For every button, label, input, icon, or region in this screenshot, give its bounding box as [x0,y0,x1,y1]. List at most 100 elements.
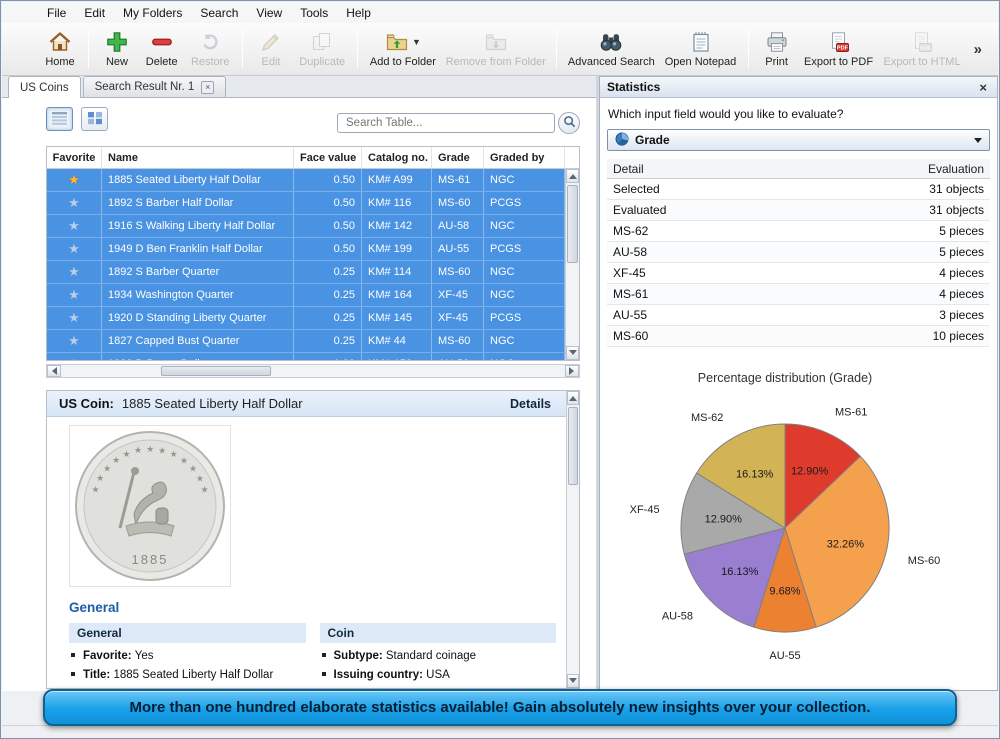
column-header-name[interactable]: Name [102,147,294,168]
table-row[interactable]: ★1934 Washington Quarter0.25KM# 164XF-45… [47,284,565,307]
detail-field-subtype: Subtype: Standard coinage [320,649,557,664]
menu-item-view[interactable]: View [247,3,291,23]
detail-scrollbar[interactable] [566,391,579,688]
toolbar-button-new[interactable]: New [95,26,139,72]
stats-row-au-55[interactable]: AU-553 pieces [607,305,990,326]
menu-item-edit[interactable]: Edit [75,3,114,23]
tab-us-coins[interactable]: US Coins [8,76,81,98]
column-header-catalog-no[interactable]: Catalog no. [362,147,432,168]
toolbar-button-edit[interactable]: Edit [249,26,293,72]
menu-item-help[interactable]: Help [337,3,380,23]
detail-group-coin: CoinSubtype: Standard coinageIssuing cou… [320,623,557,688]
svg-text:★: ★ [134,445,142,455]
toolbar-button-label: Advanced Search [568,56,655,68]
toolbar-button-print[interactable]: Print [755,26,799,72]
scroll-down-button[interactable] [567,674,579,688]
toolbar-button-export-to-html[interactable]: HTMLExport to HTML [878,26,965,72]
toolbar-overflow-button[interactable]: » [966,41,990,58]
stats-row-ms-62[interactable]: MS-625 pieces [607,221,990,242]
column-header-graded-by[interactable]: Graded by [484,147,565,168]
field-value: USA [426,669,450,681]
column-header-favorite[interactable]: Favorite [47,147,102,168]
statistics-table-header: DetailEvaluation [607,159,990,179]
scroll-down-button[interactable] [566,346,579,360]
scroll-left-button[interactable] [47,365,61,377]
cell-face-value: 0.25 [294,284,362,306]
toolbar-button-delete[interactable]: Delete [139,26,184,72]
table-row[interactable]: ★1920 D Standing Liberty Quarter0.25KM# … [47,307,565,330]
stats-row-selected[interactable]: Selected31 objects [607,179,990,200]
table-vertical-scrollbar[interactable] [565,169,579,360]
table-row[interactable]: ★1892 S Barber Quarter0.25KM# 114MS-60NG… [47,261,565,284]
toolbar-button-export-to-pdf[interactable]: PDFExport to PDF [799,26,879,72]
stats-row-au-58[interactable]: AU-585 pieces [607,242,990,263]
table-row[interactable]: ★1892 S Barber Half Dollar0.50KM# 116MS-… [47,192,565,215]
table-row[interactable]: ★1916 S Walking Liberty Half Dollar0.50K… [47,215,565,238]
collection-panel: FavoriteNameFace valueCatalog no.GradeGr… [2,98,596,691]
stats-evaluation-value: 3 pieces [939,308,984,322]
scroll-thumb[interactable] [567,185,578,263]
scroll-thumb[interactable] [568,407,578,485]
cell-grade: MS-61 [432,169,484,191]
field-dropdown[interactable]: Grade [607,129,990,151]
table-row[interactable]: ★1885 Seated Liberty Half Dollar0.50KM# … [47,169,565,192]
column-header-face-value[interactable]: Face value [294,147,362,168]
chart-title: Percentage distribution (Grade) [698,371,872,385]
scroll-up-button[interactable] [567,391,579,405]
stats-detail-label: Selected [613,182,660,196]
toolbar-button-advanced-search[interactable]: Advanced Search [563,26,659,72]
toolbar-button-add-to-folder[interactable]: ▼Add to Folder [364,26,441,72]
toolbar-button-restore[interactable]: Restore [184,26,236,72]
pie-slice-label: MS-62 [691,412,723,424]
table-row[interactable]: ★1949 D Ben Franklin Half Dollar0.50KM# … [47,238,565,261]
pie-percent-label: 12.90% [705,514,743,526]
toolbar-button-duplicate[interactable]: Duplicate [293,26,351,72]
toolbar-button-home[interactable]: Home [38,26,82,72]
search-input[interactable] [337,113,555,133]
detail-field-composition: Composition: Silver [320,687,557,688]
cell-catalog-no: KM# 164 [362,284,432,306]
close-icon[interactable]: × [976,80,990,95]
toolbar-button-label: Remove from Folder [446,56,546,68]
scroll-thumb[interactable] [161,366,271,376]
table-row[interactable]: ★1827 Capped Bust Quarter0.25KM# 44MS-60… [47,330,565,353]
toolbar-button-label: Restore [191,56,230,68]
scroll-track [61,365,565,377]
tab-search-result-nr-1[interactable]: Search Result Nr. 1× [83,76,227,97]
stats-evaluation-value: 5 pieces [939,224,984,238]
table-horizontal-scrollbar[interactable] [46,364,580,378]
column-header-grade[interactable]: Grade [432,147,484,168]
stats-evaluation-value: 4 pieces [939,266,984,280]
cell-graded-by: PCGS [484,192,565,214]
svg-text:★: ★ [196,474,204,484]
menu-item-my-folders[interactable]: My Folders [114,3,191,23]
list-view-button[interactable] [46,107,73,131]
scroll-right-button[interactable] [565,365,579,377]
menu-item-tools[interactable]: Tools [291,3,337,23]
favorite-star-icon: ★ [68,241,80,257]
scroll-up-button[interactable] [566,169,579,183]
banner-text: More than one hundred elaborate statisti… [129,699,870,716]
details-link[interactable]: Details [510,397,551,411]
menu-item-search[interactable]: Search [191,3,247,23]
toolbar-button-remove-from-folder[interactable]: Remove from Folder [441,26,550,72]
add-to-folder-icon: ▼ [385,30,421,54]
cell-name: 1885 Seated Liberty Half Dollar [102,169,294,191]
cell-graded-by: NGC [484,284,565,306]
stats-row-xf-45[interactable]: XF-454 pieces [607,263,990,284]
stats-row-evaluated[interactable]: Evaluated31 objects [607,200,990,221]
favorite-star-icon: ★ [68,195,80,211]
menu-item-file[interactable]: File [38,3,75,23]
toolbar-button-open-notepad[interactable]: Open Notepad [659,26,741,72]
stats-row-ms-60[interactable]: MS-6010 pieces [607,326,990,347]
field-label: Subtype: [334,650,386,662]
grid-view-button[interactable] [81,107,108,131]
stats-evaluation-value: 5 pieces [939,245,984,259]
dropdown-arrow-icon[interactable]: ▼ [412,37,421,47]
search-button[interactable] [558,112,580,134]
table-row[interactable]: ★1922 D Peace Dollar1.00KM# 150AU-50NGC [47,353,565,360]
cell-catalog-no: KM# 44 [362,330,432,352]
tab-close-icon[interactable]: × [201,81,214,94]
stats-detail-label: Evaluated [613,203,666,217]
stats-row-ms-61[interactable]: MS-614 pieces [607,284,990,305]
